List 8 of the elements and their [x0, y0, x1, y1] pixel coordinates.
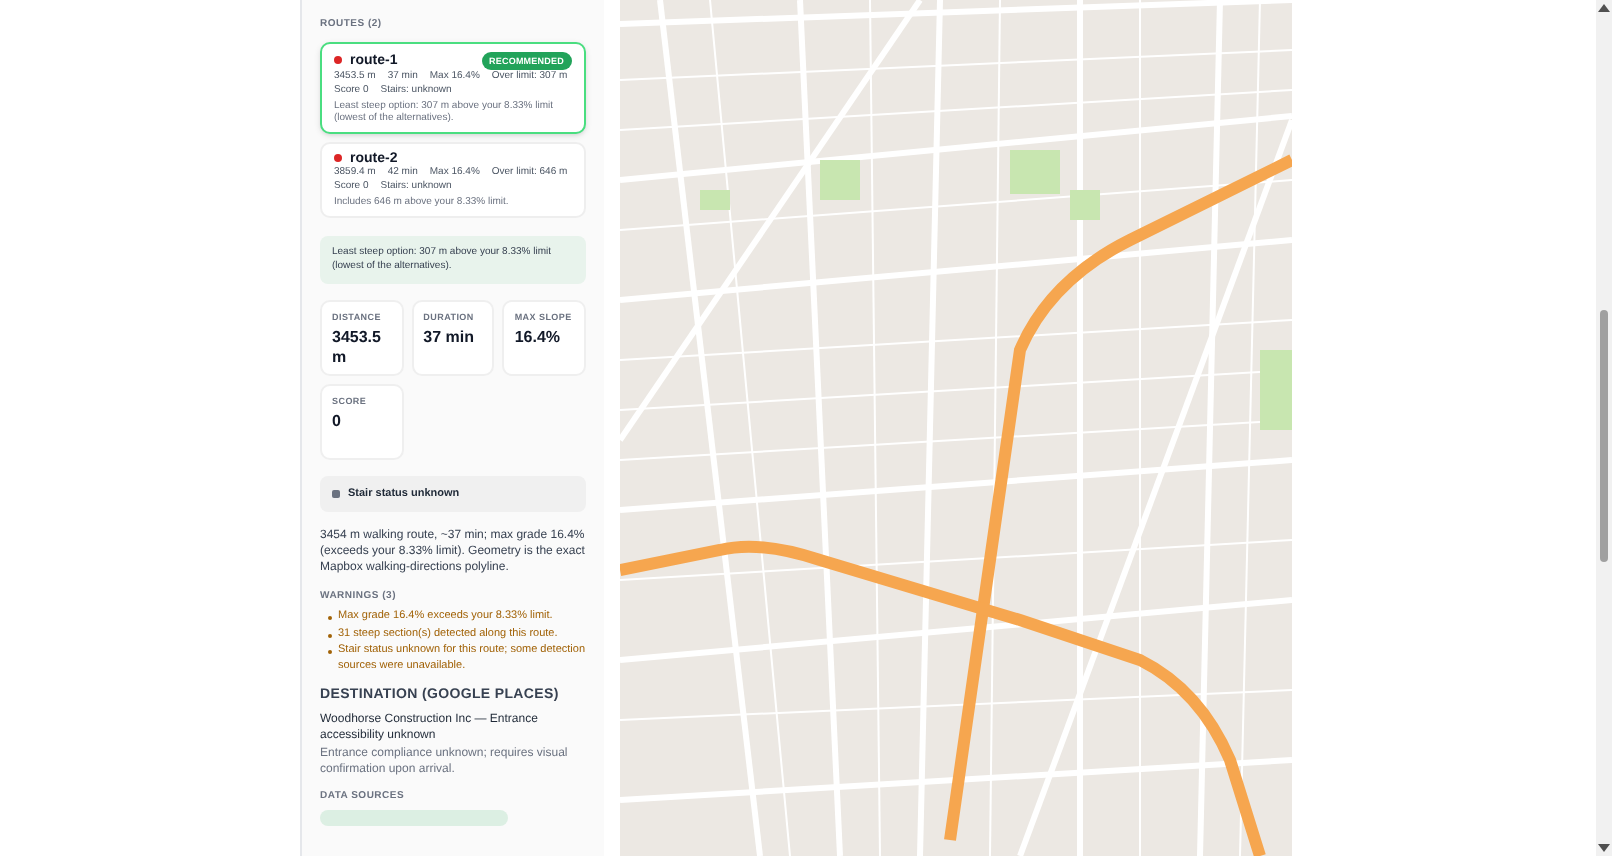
- metric-value: 0: [332, 412, 343, 433]
- metric-value: 3453.5 m: [332, 328, 383, 369]
- square-icon: [332, 489, 340, 498]
- map-drawing[interactable]: [620, 0, 1292, 856]
- scrollbar-drawing[interactable]: [1598, 0, 1610, 856]
- metric-value: 37 min: [423, 328, 476, 349]
- metric-value: 16.4%: [514, 328, 563, 349]
- data-source-chip[interactable]: [320, 810, 508, 827]
